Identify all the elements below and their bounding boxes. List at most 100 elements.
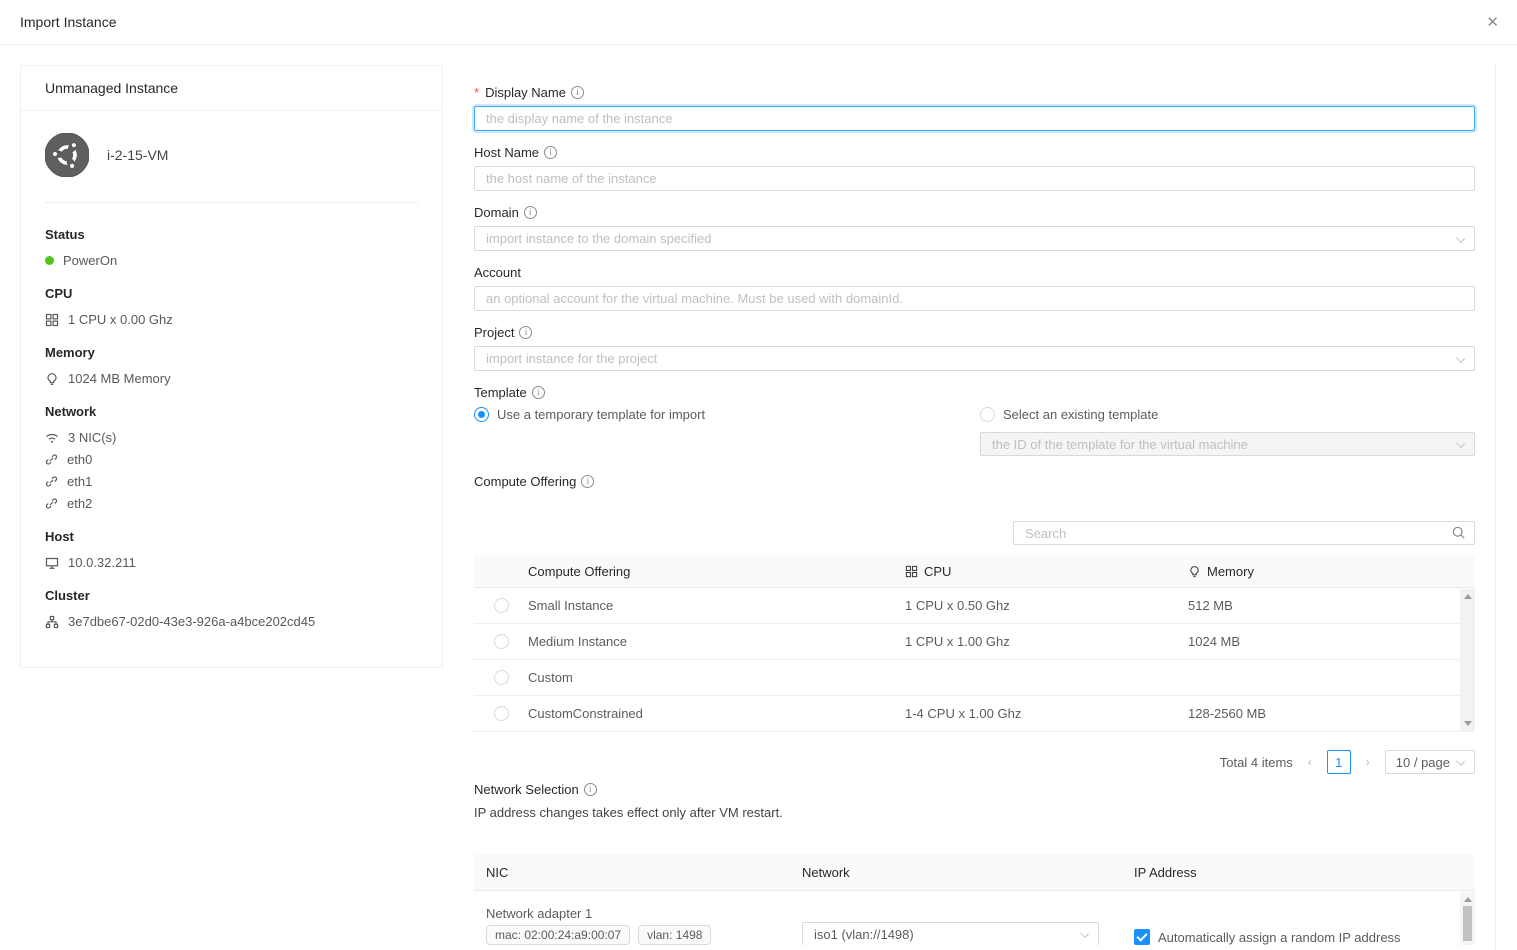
domain-label: Domain [474, 205, 519, 220]
cpu-value: 1 CPU x 0.00 Ghz [68, 312, 173, 327]
page-size-select[interactable]: 10 / page [1385, 750, 1475, 774]
account-input[interactable] [474, 286, 1475, 311]
row-radio[interactable] [494, 598, 509, 613]
radio-temporary-template[interactable]: Use a temporary template for import [474, 406, 980, 422]
row-radio[interactable] [494, 670, 509, 685]
offering-cpu: 1 CPU x 0.50 Ghz [905, 598, 1188, 613]
col-header-offering: Compute Offering [528, 564, 905, 579]
next-page-icon[interactable]: › [1359, 755, 1377, 769]
info-icon[interactable]: i [581, 475, 594, 488]
host-name-input[interactable] [474, 166, 1475, 191]
offering-cpu: 1 CPU x 1.00 Ghz [905, 634, 1188, 649]
domain-placeholder: import instance to the domain specified [486, 231, 711, 246]
account-label: Account [474, 265, 521, 280]
network-select[interactable]: iso1 (vlan://1498) [802, 922, 1099, 945]
table-scrollbar[interactable] [1460, 589, 1475, 731]
row-radio[interactable] [494, 706, 509, 721]
network-label: Network [45, 404, 418, 419]
nic-interface: eth2 [67, 496, 92, 511]
bulb-icon [45, 372, 59, 386]
network-selection-label: Network Selection [474, 782, 579, 797]
row-radio[interactable] [494, 634, 509, 649]
required-asterisk: * [474, 85, 479, 100]
host-name-label: Host Name [474, 145, 539, 160]
table-row[interactable]: Medium Instance 1 CPU x 1.00 Ghz 1024 MB [474, 624, 1475, 660]
cpu-grid-icon [905, 565, 918, 578]
offering-cpu: 1-4 CPU x 1.00 Ghz [905, 706, 1188, 721]
memory-label: Memory [45, 345, 418, 360]
chevron-down-icon [1081, 929, 1088, 936]
radio-icon[interactable] [474, 407, 489, 422]
compute-offering-label: Compute Offering [474, 474, 576, 489]
col-header-ip: IP Address [1134, 865, 1475, 880]
offering-memory: 512 MB [1188, 598, 1475, 613]
radio-existing-label: Select an existing template [1003, 407, 1158, 422]
offering-name: Medium Instance [528, 634, 905, 649]
scroll-thumb[interactable] [1463, 906, 1472, 941]
info-icon[interactable]: i [532, 386, 545, 399]
card-title: Unmanaged Instance [21, 66, 442, 111]
col-header-nic: NIC [474, 865, 802, 880]
page-number[interactable]: 1 [1327, 750, 1351, 774]
modal-title: Import Instance [20, 14, 117, 30]
table-row: Network adapter 1 mac: 02:00:24:a9:00:07… [474, 891, 1475, 945]
offering-name: Small Instance [528, 598, 905, 613]
close-icon[interactable]: ✕ [1486, 15, 1499, 30]
chevron-down-icon [1457, 439, 1464, 446]
modal-header: Import Instance ✕ [0, 0, 1517, 45]
network-table: NIC Network IP Address Network adapter 1… [474, 854, 1475, 945]
chevron-down-icon [1457, 234, 1464, 241]
info-icon[interactable]: i [571, 86, 584, 99]
search-icon[interactable] [1451, 525, 1466, 543]
info-icon[interactable]: i [544, 146, 557, 159]
bulb-icon [1188, 565, 1201, 578]
cluster-icon [45, 615, 59, 629]
pagination-total: Total 4 items [1220, 755, 1293, 770]
info-icon[interactable]: i [519, 326, 532, 339]
table-scrollbar[interactable] [1460, 892, 1475, 945]
display-name-input[interactable] [474, 106, 1475, 131]
chevron-down-icon [1457, 354, 1464, 361]
col-header-network: Network [802, 865, 1134, 880]
template-placeholder: the ID of the template for the virtual m… [992, 437, 1248, 452]
host-value: 10.0.32.211 [68, 555, 136, 570]
status-dot-icon [45, 256, 54, 265]
chevron-down-icon [1457, 757, 1464, 764]
project-label: Project [474, 325, 514, 340]
radio-existing-template[interactable]: Select an existing template [980, 406, 1475, 422]
scroll-up-icon[interactable] [1464, 897, 1472, 902]
nic-interface: eth1 [67, 474, 92, 489]
page-size-value: 10 / page [1396, 755, 1450, 770]
radio-icon[interactable] [980, 407, 995, 422]
host-label: Host [45, 529, 418, 544]
auto-ip-checkbox[interactable] [1134, 929, 1150, 945]
offering-name: CustomConstrained [528, 706, 905, 721]
table-row[interactable]: Custom [474, 660, 1475, 696]
template-label: Template [474, 385, 527, 400]
auto-ip-label: Automatically assign a random IP address [1158, 930, 1401, 945]
network-selection-description: IP address changes takes effect only aft… [474, 805, 1475, 820]
status-label: Status [45, 227, 418, 242]
col-header-memory: Memory [1207, 564, 1254, 579]
offering-name: Custom [528, 670, 905, 685]
table-row[interactable]: Small Instance 1 CPU x 0.50 Ghz 512 MB [474, 588, 1475, 624]
template-select[interactable]: the ID of the template for the virtual m… [980, 432, 1475, 456]
memory-value: 1024 MB Memory [68, 371, 171, 386]
scroll-down-icon[interactable] [1464, 721, 1472, 726]
scroll-up-icon[interactable] [1464, 594, 1472, 599]
search-input[interactable] [1013, 521, 1475, 545]
col-header-cpu: CPU [924, 564, 951, 579]
link-icon [45, 453, 58, 466]
info-icon[interactable]: i [524, 206, 537, 219]
info-icon[interactable]: i [584, 783, 597, 796]
project-select[interactable]: import instance for the project [474, 346, 1475, 371]
ubuntu-os-icon [45, 133, 89, 177]
cpu-grid-icon [45, 313, 59, 327]
offering-memory: 1024 MB [1188, 634, 1475, 649]
table-row[interactable]: CustomConstrained 1-4 CPU x 1.00 Ghz 128… [474, 696, 1475, 732]
network-select-value: iso1 (vlan://1498) [814, 927, 914, 942]
prev-page-icon[interactable]: ‹ [1301, 755, 1319, 769]
domain-select[interactable]: import instance to the domain specified [474, 226, 1475, 251]
radio-temporary-label: Use a temporary template for import [497, 407, 705, 422]
vm-name: i-2-15-VM [107, 147, 168, 163]
